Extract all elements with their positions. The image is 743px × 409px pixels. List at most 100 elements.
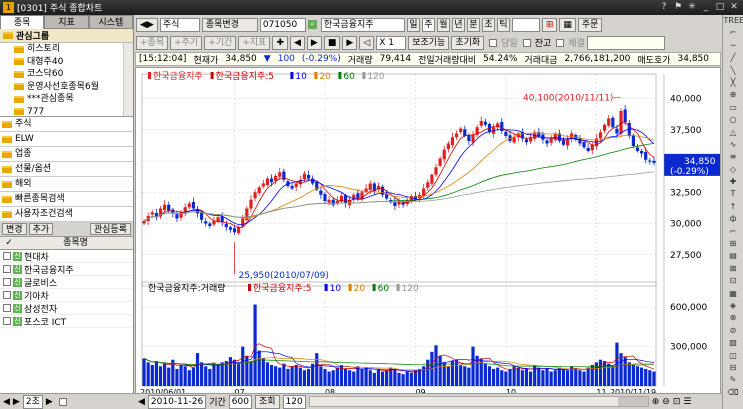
drawing-tool-icon[interactable]: ◈ [724, 300, 743, 311]
scroll-thumb[interactable] [617, 397, 648, 406]
list-item[interactable]: 신 포스코 ICT [0, 315, 133, 328]
tree-item[interactable]: ***관심종목 [14, 93, 133, 106]
period-month[interactable]: 월 [436, 17, 450, 32]
tool-add-indicator[interactable]: +지표 [238, 35, 271, 50]
drawing-tool-icon[interactable]: ▧ [724, 337, 743, 348]
tree-item[interactable]: 777 [14, 106, 133, 119]
tree-scrollbar[interactable] [123, 43, 133, 116]
category-item[interactable]: 선물/옵션 [0, 162, 133, 177]
stock-checkbox[interactable] [3, 278, 11, 286]
drawing-tool-icon[interactable]: ⊡ [724, 275, 743, 286]
tree-item[interactable]: 운영사선호종목6월 [14, 81, 133, 94]
drawing-tool-icon[interactable]: ✚ [724, 176, 743, 187]
chart-panel[interactable]: 40,00037,50035,00032,50030,00027,500600,… [135, 67, 721, 405]
link-icon[interactable]: ⚑ [672, 1, 684, 13]
list-item[interactable]: 신 삼성전자 [0, 302, 133, 315]
stock-checkbox[interactable] [3, 317, 11, 325]
drawing-tool-icon[interactable]: ⊟ [724, 362, 743, 373]
count-input[interactable]: 120 [282, 394, 306, 409]
search-icon[interactable]: ⌕ [307, 20, 317, 29]
query-button[interactable]: 조회 [254, 394, 280, 409]
tree-item[interactable]: 대형주40 [14, 56, 133, 69]
play-icon[interactable]: ▶ [46, 397, 53, 407]
drawing-tool-icon[interactable]: ▭ [724, 102, 743, 113]
drawing-tool-icon[interactable]: ╲ [724, 65, 743, 76]
drawing-tool-icon[interactable]: ╱ [724, 52, 743, 63]
drawing-tool-icon[interactable]: T [724, 188, 743, 199]
list-item[interactable]: 신 한국금융지주 [0, 263, 133, 276]
list-item[interactable]: 신 글로비스 [0, 276, 133, 289]
settings-icon[interactable]: ☰ [683, 397, 691, 407]
drawing-tool-icon[interactable]: ⌫ [724, 387, 743, 398]
period-year[interactable]: 년 [451, 17, 465, 32]
settings-icon[interactable]: ✳ [686, 1, 698, 13]
category-item[interactable]: ELW [0, 132, 133, 147]
register-button[interactable]: 관심등록 [89, 223, 131, 235]
tool-add-period[interactable]: +주기 [170, 35, 203, 50]
zoom-out-icon[interactable]: ⊖ [662, 397, 670, 407]
reset-button[interactable]: 초기화 [451, 35, 485, 50]
minimize-icon[interactable]: _ [700, 1, 712, 13]
drawing-tool-icon[interactable]: ≡ [724, 151, 743, 162]
scroll-left-icon[interactable]: ◀ [289, 35, 305, 50]
period-second[interactable]: 초 [481, 17, 495, 32]
category-item[interactable]: 주식 [0, 117, 133, 132]
tool-add-range[interactable]: +기간 [204, 35, 237, 50]
repeat-checkbox[interactable] [58, 397, 67, 406]
tab-indicator[interactable]: 지표 [44, 15, 89, 29]
zoom-in-icon[interactable]: ⊕ [652, 397, 660, 407]
scroll-right-icon[interactable]: ▶ [342, 35, 358, 50]
grid-icon[interactable]: ▦ [559, 17, 576, 32]
drawing-tool-icon[interactable]: ✎ [724, 374, 743, 385]
play-icon[interactable]: ▶ [306, 35, 322, 50]
help-icon[interactable]: ? [658, 1, 670, 13]
change-button[interactable]: 변경 [2, 223, 27, 235]
drawing-tool-icon[interactable]: TREE [724, 15, 743, 26]
executed-checkbox[interactable] [556, 38, 565, 47]
drawing-tool-icon[interactable]: ○ [724, 114, 743, 125]
category-item[interactable]: 빠른종목검색 [0, 192, 133, 207]
prev-icon[interactable]: ◀ [3, 397, 10, 407]
drawing-tool-icon[interactable]: ф [724, 213, 743, 224]
period-day[interactable]: 일 [406, 17, 420, 32]
drawing-tool-icon[interactable]: ↑ [724, 201, 743, 212]
multiplier-select[interactable]: X 1 [376, 35, 407, 50]
crosshair-icon[interactable]: ✚ [272, 35, 288, 50]
horizontal-scrollbar[interactable] [308, 396, 649, 407]
stock-code-input[interactable]: 071050 [259, 17, 306, 32]
today-checkbox[interactable] [489, 38, 498, 47]
stock-checkbox[interactable] [3, 252, 11, 260]
period-tick[interactable]: 틱 [496, 17, 510, 32]
tab-stock[interactable]: 종목 [0, 15, 45, 29]
change-stock-select[interactable]: 종목변경 [201, 17, 258, 32]
tool-add-stock[interactable]: +종목 [136, 35, 169, 50]
search-chart-icon[interactable]: ⊞ [541, 17, 558, 32]
stop-icon[interactable]: ■ [323, 35, 341, 50]
drawing-tool-icon[interactable]: ⊠ [724, 263, 743, 274]
balance-checkbox[interactable] [522, 38, 531, 47]
drawing-tool-icon[interactable]: ◇ [724, 164, 743, 175]
list-item[interactable]: 신 기아차 [0, 289, 133, 302]
date-input[interactable]: 2010-11-26 [147, 394, 207, 409]
drawing-tool-icon[interactable]: ▦ [724, 288, 743, 299]
stock-checkbox[interactable] [3, 304, 11, 312]
drawing-tool-icon[interactable]: ∿ [724, 139, 743, 150]
price-volume-chart[interactable]: 40,00037,50035,00032,50030,00027,500600,… [136, 68, 722, 406]
assist-button[interactable]: 보조기능 [408, 35, 450, 50]
drawing-tool-icon[interactable]: ⊗ [724, 312, 743, 323]
drawing-tool-icon[interactable]: ⊕ [724, 89, 743, 100]
prev-icon[interactable]: ◀ [138, 397, 145, 407]
period-input[interactable]: 600 [228, 394, 252, 409]
drawing-tool-icon[interactable]: ⊘ [724, 325, 743, 336]
drawing-tool-icon[interactable]: ⌐ [724, 226, 743, 237]
tab-system[interactable]: 시스템 [88, 15, 133, 29]
drawing-tool-icon[interactable]: ╳ [724, 77, 743, 88]
category-item[interactable]: 해외 [0, 177, 133, 192]
drawing-tool-icon[interactable]: ◫ [724, 350, 743, 361]
tree-item[interactable]: 코스닥60 [14, 68, 133, 81]
drawing-tool-icon[interactable]: ⌐ [724, 27, 743, 38]
drawing-tool-icon[interactable]: △ [724, 127, 743, 138]
color-select[interactable] [586, 35, 665, 50]
category-item[interactable]: 사용자조건검색 [0, 207, 133, 222]
stock-checkbox[interactable] [3, 265, 11, 273]
